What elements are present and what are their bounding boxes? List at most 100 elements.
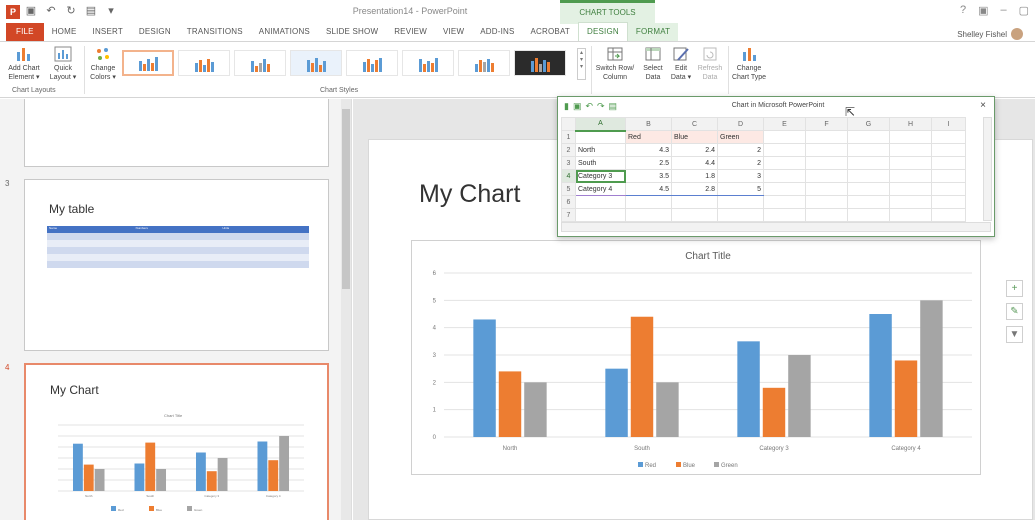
- cell[interactable]: [847, 130, 890, 144]
- cell[interactable]: 5: [717, 182, 764, 196]
- slide-thumbnail-3[interactable]: My table Name Numbers Units: [24, 179, 329, 351]
- cell[interactable]: [625, 195, 672, 209]
- cell[interactable]: North: [575, 143, 626, 157]
- tab-chart-design[interactable]: DESIGN: [578, 22, 628, 41]
- row-number[interactable]: 4: [561, 169, 576, 183]
- cell[interactable]: [805, 156, 848, 170]
- cell[interactable]: Blue: [671, 130, 718, 144]
- change-colors-button[interactable]: Change Colors ▾: [88, 46, 118, 82]
- tab-slide-show[interactable]: SLIDE SHOW: [318, 23, 386, 41]
- cell[interactable]: [889, 130, 932, 144]
- cell[interactable]: [847, 143, 890, 157]
- cell[interactable]: [671, 208, 718, 222]
- refresh-data-button[interactable]: Refresh Data: [696, 46, 724, 82]
- cell[interactable]: 2.4: [671, 143, 718, 157]
- cell[interactable]: 1.8: [671, 169, 718, 183]
- column-header[interactable]: E: [763, 117, 806, 131]
- cell[interactable]: [805, 130, 848, 144]
- cell[interactable]: [717, 208, 764, 222]
- help-icon[interactable]: ?: [960, 4, 966, 17]
- cell[interactable]: [847, 156, 890, 170]
- close-icon[interactable]: ×: [980, 100, 986, 111]
- edit-data-button[interactable]: Edit Data ▾: [668, 46, 694, 82]
- column-header[interactable]: C: [671, 117, 718, 131]
- tab-acrobat[interactable]: ACROBAT: [523, 23, 578, 41]
- cell[interactable]: [931, 195, 966, 209]
- cell[interactable]: [575, 130, 626, 144]
- cell[interactable]: [889, 182, 932, 196]
- undo-icon[interactable]: ↶: [44, 4, 58, 17]
- add-chart-element-button[interactable]: Add Chart Element ▾: [6, 46, 42, 82]
- cell[interactable]: [805, 169, 848, 183]
- cell[interactable]: [763, 169, 806, 183]
- column-header[interactable]: I: [931, 117, 966, 131]
- tab-chart-format[interactable]: FORMAT: [627, 23, 679, 41]
- chart-filter-icon[interactable]: ▼: [1006, 326, 1023, 343]
- row-number[interactable]: 3: [561, 156, 576, 170]
- chart-style-8[interactable]: [514, 50, 566, 76]
- cell[interactable]: 4.5: [625, 182, 672, 196]
- cell[interactable]: Category 4: [575, 182, 626, 196]
- column-header[interactable]: G: [847, 117, 890, 131]
- styles-scroll[interactable]: ▴ ▾ ▾: [577, 48, 586, 80]
- row-number[interactable]: 1: [561, 130, 576, 144]
- sheet-vertical-scrollbar[interactable]: [983, 117, 992, 221]
- chart-style-6[interactable]: [402, 50, 454, 76]
- chart-elements-icon[interactable]: +: [1006, 280, 1023, 297]
- cell[interactable]: 2.8: [671, 182, 718, 196]
- cell[interactable]: 2.5: [625, 156, 672, 170]
- tab-home[interactable]: HOME: [44, 23, 85, 41]
- cell[interactable]: [889, 156, 932, 170]
- cell[interactable]: [671, 195, 718, 209]
- customize-icon[interactable]: ▾: [104, 4, 118, 17]
- switch-row-column-button[interactable]: Switch Row/ Column: [594, 46, 636, 82]
- cell[interactable]: [763, 195, 806, 209]
- column-header[interactable]: H: [889, 117, 932, 131]
- cell[interactable]: 3.5: [625, 169, 672, 183]
- row-number[interactable]: 7: [561, 208, 576, 222]
- cell[interactable]: [763, 130, 806, 144]
- cell[interactable]: [805, 195, 848, 209]
- cell[interactable]: [717, 195, 764, 209]
- tab-insert[interactable]: INSERT: [85, 23, 131, 41]
- selected-cell[interactable]: Category 3: [575, 169, 626, 183]
- cell[interactable]: 3: [717, 169, 764, 183]
- tab-animations[interactable]: ANIMATIONS: [251, 23, 318, 41]
- cell[interactable]: [931, 182, 966, 196]
- cell[interactable]: [847, 169, 890, 183]
- cell[interactable]: [931, 156, 966, 170]
- user-account[interactable]: Shelley Fishel: [957, 28, 1023, 40]
- tab-view[interactable]: VIEW: [435, 23, 472, 41]
- cell[interactable]: [889, 195, 932, 209]
- chart-style-4[interactable]: [290, 50, 342, 76]
- chart-style-7[interactable]: [458, 50, 510, 76]
- scroll-thumb[interactable]: [342, 109, 350, 289]
- cell[interactable]: [805, 182, 848, 196]
- cell[interactable]: [931, 208, 966, 222]
- ribbon-display-icon[interactable]: ▣: [978, 4, 988, 17]
- thumbnails-scrollbar[interactable]: [341, 99, 351, 520]
- cell[interactable]: [889, 208, 932, 222]
- cell[interactable]: [763, 208, 806, 222]
- slide-thumbnail-4[interactable]: My Chart Chart Title North South Category …: [24, 363, 329, 520]
- sheet-toolbar-icons[interactable]: ▮▣↶↷▤: [564, 101, 621, 112]
- chart-style-2[interactable]: [178, 50, 230, 76]
- column-header[interactable]: A: [575, 117, 626, 132]
- cell[interactable]: [847, 182, 890, 196]
- cell[interactable]: 4.4: [671, 156, 718, 170]
- tab-file[interactable]: FILE: [6, 23, 44, 41]
- tab-add-ins[interactable]: ADD-INS: [472, 23, 522, 41]
- cell[interactable]: [847, 208, 890, 222]
- cell[interactable]: Green: [717, 130, 764, 144]
- minimize-icon[interactable]: –: [1000, 4, 1006, 17]
- chart-style-1[interactable]: [122, 50, 174, 76]
- tab-review[interactable]: REVIEW: [386, 23, 435, 41]
- cell[interactable]: [931, 169, 966, 183]
- slide-title[interactable]: My Chart: [419, 180, 520, 209]
- cell[interactable]: [575, 208, 626, 222]
- cell[interactable]: [625, 208, 672, 222]
- redo-icon[interactable]: ↻: [64, 4, 78, 17]
- cell[interactable]: 2: [717, 143, 764, 157]
- select-data-button[interactable]: Select Data: [640, 46, 666, 82]
- cell[interactable]: 2: [717, 156, 764, 170]
